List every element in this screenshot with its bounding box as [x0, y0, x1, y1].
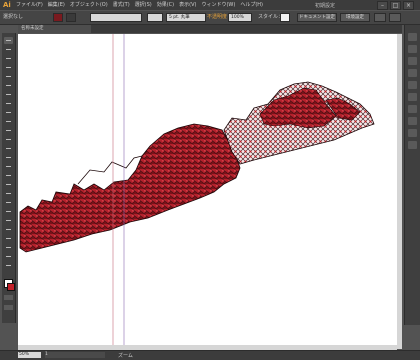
mesh-icon[interactable]: [4, 181, 13, 188]
eyedropper-icon[interactable]: [4, 199, 13, 206]
hand-icon[interactable]: [4, 253, 13, 260]
appearance-panel-icon[interactable]: [408, 117, 417, 125]
workspace-label[interactable]: 初期設定: [315, 2, 335, 9]
selection-icon[interactable]: [4, 37, 13, 44]
color-mode-icon[interactable]: [4, 295, 13, 300]
variable-width-select[interactable]: [147, 13, 163, 22]
stroke-color-icon[interactable]: [7, 283, 15, 291]
stroke-weight-field[interactable]: [90, 13, 142, 22]
artboard-icon[interactable]: [4, 235, 13, 242]
toolbox: [2, 33, 16, 323]
gradient-icon[interactable]: [4, 190, 13, 197]
width-icon[interactable]: [4, 145, 13, 152]
artboards-panel-icon[interactable]: [408, 141, 417, 149]
tab-document[interactable]: 名称未設定: [18, 25, 91, 33]
menu-edit[interactable]: 編集(E): [48, 2, 65, 8]
gradient-panel-icon[interactable]: [408, 93, 417, 101]
scale-icon[interactable]: [4, 136, 13, 143]
magic-wand-icon[interactable]: [4, 55, 13, 62]
minimize-button[interactable]: –: [377, 1, 388, 10]
maximize-button[interactable]: □: [390, 1, 401, 10]
menu-list: ファイル(F) 編集(E) オブジェクト(O) 書式(T) 選択(S) 効果(C…: [16, 2, 263, 8]
brushes-panel-icon[interactable]: [408, 57, 417, 65]
control-bar: 選択なし 5 pt. 丸筆 不透明度 100% スタイル： ドキュメント設定 環…: [0, 11, 420, 25]
leaf-mass-main: [19, 123, 241, 253]
close-button[interactable]: ×: [403, 1, 414, 10]
brush-definition-select[interactable]: 5 pt. 丸筆: [166, 13, 206, 22]
layers-panel-icon[interactable]: [408, 129, 417, 137]
artboard-canvas[interactable]: [18, 34, 402, 349]
panel-menu-icon[interactable]: [389, 13, 401, 22]
type-icon[interactable]: [4, 73, 13, 80]
artboard-navigator[interactable]: 1: [45, 352, 105, 358]
fill-swatch[interactable]: [53, 13, 63, 22]
graph-icon[interactable]: [4, 226, 13, 233]
selection-status: 選択なし: [3, 14, 24, 20]
document-setup-button[interactable]: ドキュメント設定: [297, 13, 337, 22]
rotate-icon[interactable]: [4, 127, 13, 134]
menu-object[interactable]: オブジェクト(O): [70, 2, 108, 8]
menu-bar: Ai ファイル(F) 編集(E) オブジェクト(O) 書式(T) 選択(S) 効…: [0, 0, 420, 10]
perspective-icon[interactable]: [4, 172, 13, 179]
swatches-panel-icon[interactable]: [408, 45, 417, 53]
transparency-panel-icon[interactable]: [408, 105, 417, 113]
style-swatch[interactable]: [280, 13, 290, 22]
current-tool-label: ズーム: [118, 353, 133, 359]
opacity-label[interactable]: 不透明度: [207, 14, 227, 20]
pencil-icon[interactable]: [4, 109, 13, 116]
slice-icon[interactable]: [4, 244, 13, 251]
app-logo: Ai: [3, 1, 11, 9]
symbol-sprayer-icon[interactable]: [4, 217, 13, 224]
color-panel-icon[interactable]: [408, 33, 417, 41]
line-icon[interactable]: [4, 82, 13, 89]
shape-builder-icon[interactable]: [4, 163, 13, 170]
pen-icon[interactable]: [4, 64, 13, 71]
arrange-icon[interactable]: [374, 13, 386, 22]
screen-mode-icon[interactable]: [4, 305, 13, 310]
free-transform-icon[interactable]: [4, 154, 13, 161]
blend-icon[interactable]: [4, 208, 13, 215]
menu-window[interactable]: ウィンドウ(W): [201, 2, 235, 8]
menu-select[interactable]: 選択(S): [135, 2, 152, 8]
menu-effect[interactable]: 効果(C): [157, 2, 174, 8]
panel-dock: [404, 25, 420, 325]
symbols-panel-icon[interactable]: [408, 69, 417, 77]
artboard-number: 1: [45, 352, 48, 357]
zoom-select[interactable]: 50%: [18, 352, 41, 358]
eraser-icon[interactable]: [4, 118, 13, 125]
stroke-swatch[interactable]: [66, 13, 76, 22]
direct-select-icon[interactable]: [4, 46, 13, 53]
menu-type[interactable]: 書式(T): [113, 2, 130, 8]
menu-help[interactable]: ヘルプ(H): [240, 2, 263, 8]
document-tabs: 名称未設定: [18, 25, 402, 33]
zoom-icon[interactable]: [4, 262, 13, 269]
stroke-panel-icon[interactable]: [408, 81, 417, 89]
vertical-scrollbar[interactable]: [397, 34, 402, 349]
rectangle-icon[interactable]: [4, 91, 13, 98]
preferences-button[interactable]: 環境設定: [340, 13, 370, 22]
opacity-field[interactable]: 100%: [228, 13, 252, 22]
menu-file[interactable]: ファイル(F): [16, 2, 43, 8]
menu-view[interactable]: 表示(V): [179, 2, 196, 8]
artwork: [19, 34, 375, 349]
brush-icon[interactable]: [4, 100, 13, 107]
